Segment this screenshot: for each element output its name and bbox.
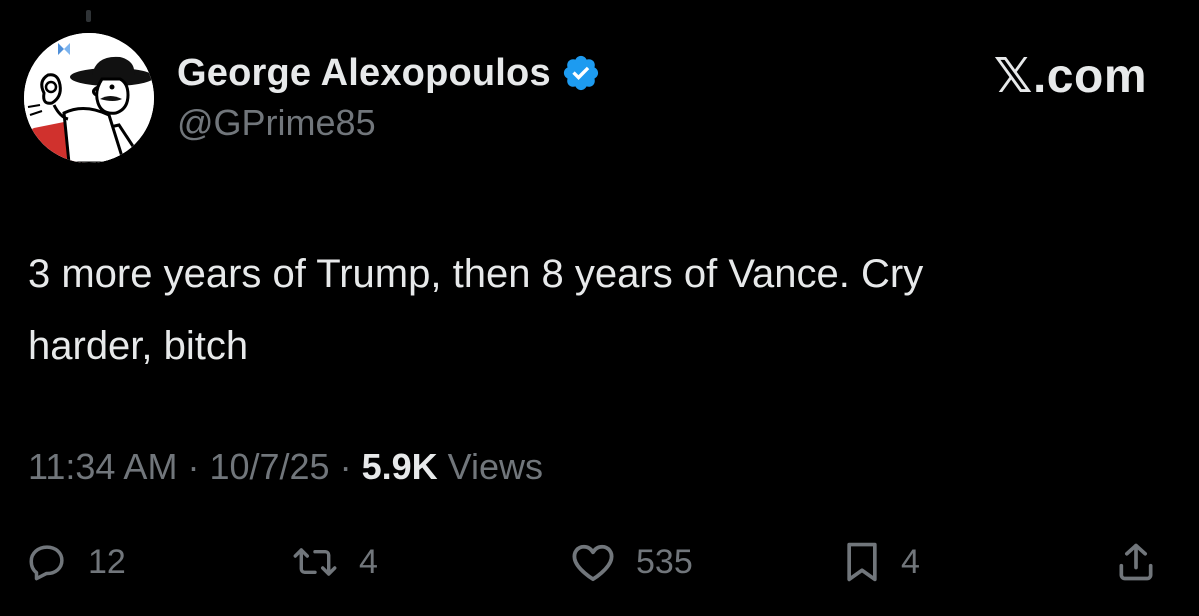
tweet-text-line-2: harder, bitch — [28, 324, 249, 368]
name-row: George Alexopoulos — [177, 50, 601, 96]
heart-icon — [572, 544, 614, 582]
views-label: Views — [447, 446, 543, 487]
author-handle[interactable]: @GPrime85 — [177, 102, 601, 144]
tweet-card: George Alexopoulos @GPrime85 𝕏.com 3 mor… — [0, 0, 1199, 616]
share-upload-icon — [1119, 543, 1153, 581]
like-count: 535 — [636, 542, 693, 581]
top-indicator — [86, 10, 91, 22]
like-button[interactable]: 535 — [570, 532, 693, 592]
bookmark-icon — [847, 542, 877, 582]
author-header: George Alexopoulos @GPrime85 — [177, 50, 601, 144]
brand-watermark: 𝕏.com — [993, 50, 1147, 103]
avatar[interactable] — [24, 33, 154, 163]
tweet-text: 3 more years of Trump, then 8 years of V… — [28, 238, 1168, 382]
views-count: 5.9K — [361, 446, 438, 487]
meta-separator: · — [339, 446, 352, 487]
share-button[interactable] — [1114, 532, 1158, 592]
reply-count: 12 — [88, 542, 126, 581]
tweet-time[interactable]: 11:34 AM — [28, 446, 177, 488]
verified-badge-icon — [563, 55, 598, 91]
repost-arrows-icon — [293, 548, 337, 576]
speech-bubble-icon — [29, 545, 64, 581]
repost-button[interactable]: 4 — [291, 532, 378, 592]
tweet-meta: 11:34 AM · 10/7/25 · 5.9K Views — [28, 446, 543, 488]
action-bar: 12 4 535 4 — [0, 532, 1199, 592]
repost-count: 4 — [359, 542, 378, 581]
reply-button[interactable]: 12 — [26, 532, 126, 592]
bookmark-count: 4 — [901, 542, 920, 581]
meta-separator: · — [187, 446, 200, 487]
avatar-illustration — [24, 33, 154, 163]
tweet-date[interactable]: 10/7/25 — [209, 446, 329, 488]
author-display-name[interactable]: George Alexopoulos — [177, 52, 551, 95]
tweet-text-line-1: 3 more years of Trump, then 8 years of V… — [28, 252, 924, 296]
bookmark-button[interactable]: 4 — [843, 532, 920, 592]
